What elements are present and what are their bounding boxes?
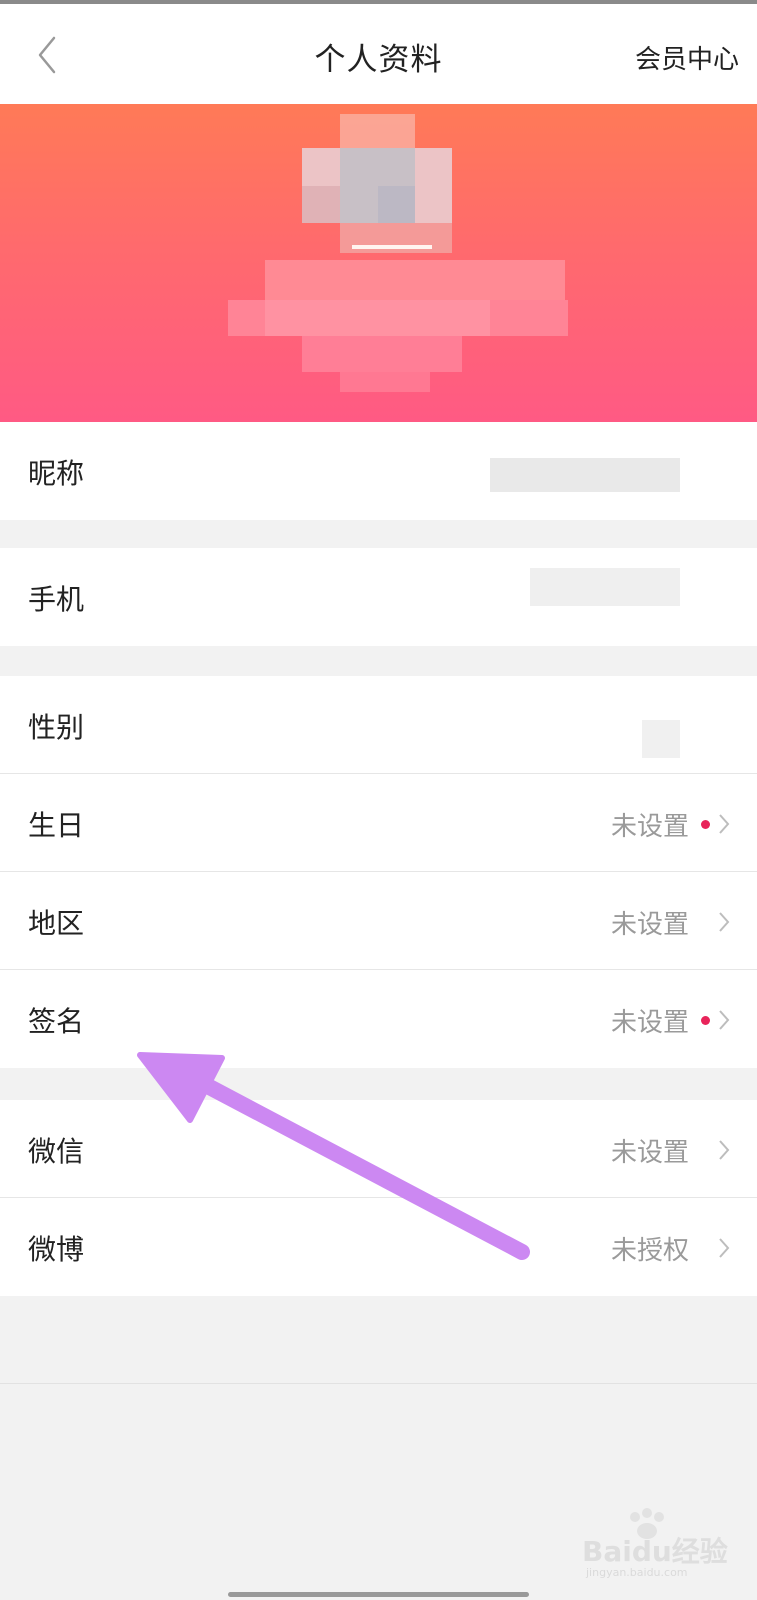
annotation-arrow [137,1052,530,1260]
watermark-sub: jingyan.baidu.com [586,1566,688,1579]
watermark-text: Baidu经验 [582,1535,728,1568]
home-indicator[interactable] [228,1592,529,1597]
